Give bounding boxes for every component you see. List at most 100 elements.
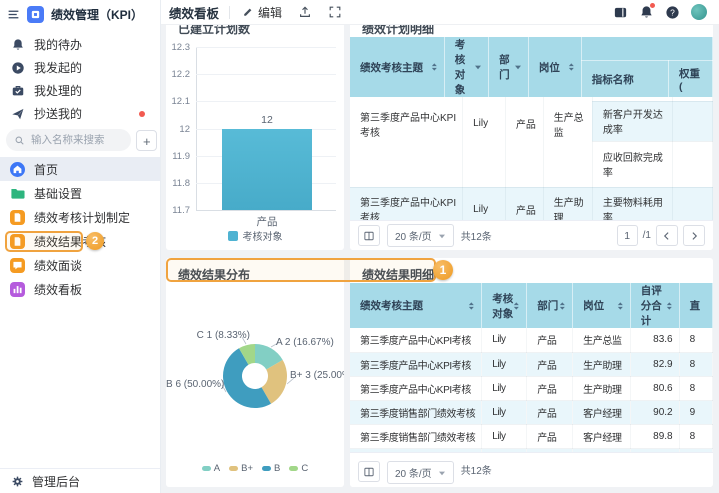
bell-icon [11, 38, 25, 52]
legend-item-B[interactable]: B [262, 463, 280, 474]
cell-self-score: 83.6 [630, 328, 679, 352]
col-header-岗位[interactable]: 岗位 [573, 283, 631, 328]
case-icon [11, 84, 25, 98]
header-label: 考核对象 [492, 291, 513, 321]
caret-down-icon[interactable] [514, 63, 522, 71]
sort-icon[interactable] [513, 301, 520, 311]
donut-label-B: B 6 (50.00%) [166, 379, 224, 390]
column-settings-button[interactable] [358, 225, 380, 246]
cell-weight [672, 101, 712, 141]
y-tick-label: 11.8 [166, 178, 190, 189]
cell-target-link[interactable]: Lily [482, 400, 527, 424]
sidebar-item-send[interactable]: 抄送我的 [0, 102, 160, 125]
legend-marker [289, 466, 298, 471]
bell-icon[interactable] [639, 5, 654, 20]
legend-item-C[interactable]: C [289, 463, 308, 474]
sort-icon[interactable] [617, 301, 624, 311]
header-label: 岗位 [539, 60, 560, 75]
sort-icon[interactable] [559, 301, 566, 311]
doc-icon [10, 210, 25, 225]
sub-col-header[interactable]: 权重 ( [669, 61, 713, 97]
bar-value-label: 12 [222, 114, 312, 126]
add-button[interactable]: + [136, 130, 157, 151]
cell-target-link[interactable]: Lily [482, 352, 527, 376]
legend-item-A[interactable]: A [202, 463, 220, 474]
sidebar-item-label: 我处理的 [34, 82, 82, 99]
app-title: 绩效管理（KPI） [51, 6, 143, 23]
pagination: 1/1 [617, 225, 705, 246]
avatar[interactable] [691, 4, 707, 20]
sort-icon[interactable] [666, 301, 673, 311]
help-icon[interactable]: ? [665, 5, 680, 20]
cell-target-link[interactable]: Lily [482, 424, 527, 448]
col-header-考核对象[interactable]: 考核对象 [444, 37, 488, 97]
topbar-divider [229, 6, 230, 19]
cell-dept-link[interactable]: 产品 [527, 400, 573, 424]
sort-icon[interactable] [568, 62, 575, 72]
page-size-select[interactable]: 20 条/页 [387, 224, 454, 247]
current-page[interactable]: 1 [617, 225, 638, 246]
cell-target-link[interactable]: Lily [482, 376, 527, 400]
header-label: 直 [690, 298, 701, 313]
admin-backend-item[interactable]: 管理后台 [0, 468, 160, 493]
sidebar-menu-item-1[interactable]: 首页 [0, 157, 160, 181]
plan-table: 第三季度产品中心KPI考核Lily产品生产总监平均订单重量新客户开发达成率应收回… [350, 37, 713, 220]
tab-dashboard[interactable]: 绩效看板 [161, 3, 229, 22]
col-header-部门[interactable]: 部门 [489, 37, 529, 97]
column-settings-button[interactable] [358, 461, 380, 482]
sidebar-menu-item-5[interactable]: 绩效面谈 [0, 253, 160, 277]
caret-down-icon[interactable] [474, 63, 482, 71]
total-count: 共12条 [461, 461, 492, 482]
unread-dot [139, 111, 145, 117]
edit-button[interactable]: 编辑 [242, 4, 282, 21]
hamburger-icon[interactable] [7, 8, 20, 21]
search-icon [14, 135, 25, 146]
fullscreen-icon[interactable] [328, 5, 342, 19]
cell-target-link[interactable]: Lily [463, 187, 506, 220]
subject-line-2: 考核 [360, 209, 456, 220]
cell-dept-link[interactable]: 产品 [505, 187, 543, 220]
header-label: 部门 [499, 52, 514, 82]
cell-dept-link[interactable]: 产品 [527, 352, 573, 376]
col-header-直[interactable]: 直 [679, 283, 712, 328]
legend-marker [202, 466, 211, 471]
folder-icon [10, 186, 25, 201]
sidebar-menu-item-3[interactable]: 绩效考核计划制定 [0, 205, 160, 229]
subject-line-2: 考核 [360, 124, 456, 139]
cell-self-score: 80.6 [630, 376, 679, 400]
col-header-自评分合计[interactable]: 自评分合计 [630, 283, 679, 328]
cell-dept-link[interactable]: 产品 [527, 328, 573, 352]
next-page-button[interactable] [683, 225, 705, 246]
send-icon [11, 107, 25, 121]
page-size-select[interactable]: 20 条/页 [387, 461, 454, 484]
cell-post: 生产助理 [573, 352, 631, 376]
search-box[interactable] [6, 129, 131, 151]
sidebar-menu-item-2[interactable]: 基础设置 [0, 181, 160, 205]
page-size-value: 20 条/页 [395, 465, 432, 480]
cell-indicator: 主要物料耗用率 [592, 187, 672, 220]
sidebar-item-case[interactable]: 我处理的 [0, 79, 160, 102]
legend-item-B+[interactable]: B+ [229, 463, 253, 474]
sidebar-item-play[interactable]: 我发起的 [0, 56, 160, 79]
sort-icon[interactable] [468, 301, 475, 311]
search-input[interactable] [29, 133, 123, 147]
sidebar-menu-item-4[interactable]: 绩效结果考核 [0, 229, 160, 253]
col-header-部门[interactable]: 部门 [527, 283, 573, 328]
cell-dept-link[interactable]: 产品 [527, 424, 573, 448]
bar-chart-legend[interactable]: 考核对象 [166, 228, 344, 243]
sub-col-header[interactable]: 指标名称 [581, 61, 668, 97]
cell-next-col: 8 [679, 376, 712, 400]
sidebar-item-bell[interactable]: 我的待办 [0, 33, 160, 56]
col-header-岗位[interactable]: 岗位 [528, 37, 581, 97]
col-header-绩效考核主题[interactable]: 绩效考核主题 [350, 283, 482, 328]
col-header-绩效考核主题[interactable]: 绩效考核主题 [350, 37, 444, 97]
cell-dept-link[interactable]: 产品 [527, 376, 573, 400]
sidebar-menu-item-6[interactable]: 绩效看板 [0, 277, 160, 301]
export-icon[interactable] [298, 5, 312, 19]
cell-target-link[interactable]: Lily [482, 328, 527, 352]
sort-icon[interactable] [431, 62, 438, 72]
panel-toggle-icon[interactable] [613, 5, 628, 20]
prev-page-button[interactable] [656, 225, 678, 246]
col-header-考核对象[interactable]: 考核对象 [482, 283, 527, 328]
cell-subject: 第三季度产品中心KPI考核 [350, 187, 463, 220]
